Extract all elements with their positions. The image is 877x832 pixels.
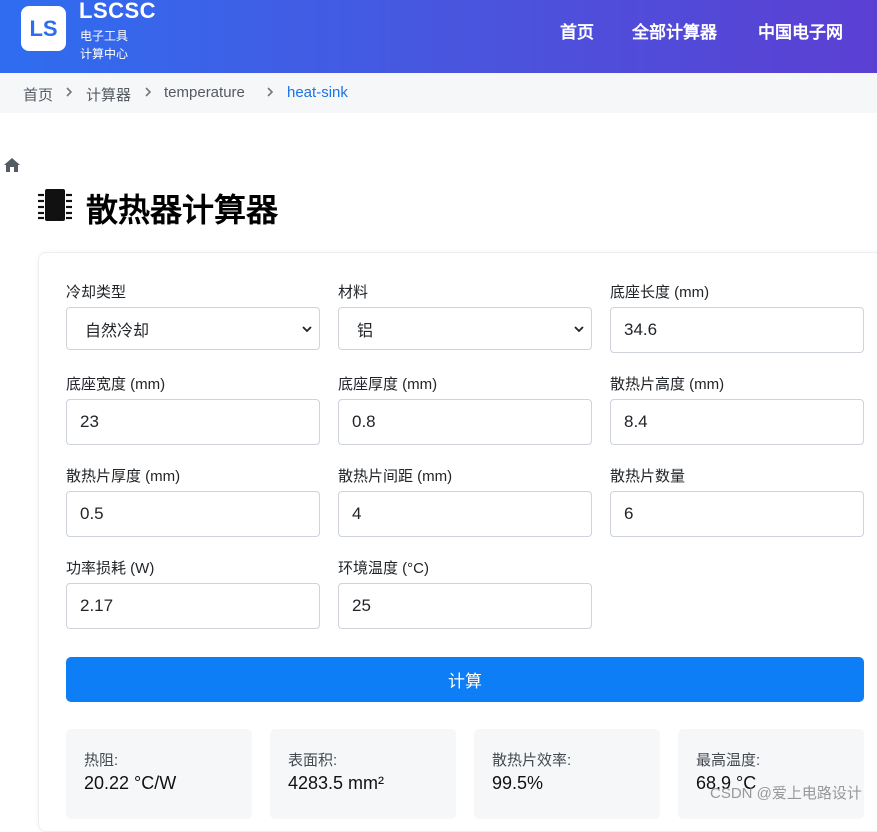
nav-link-china-electronics[interactable]: 中国电子网	[758, 18, 843, 43]
base-thickness-input[interactable]: 0.8	[338, 399, 592, 445]
fin-count-input[interactable]: 6	[610, 491, 864, 537]
result-value: 99.5%	[492, 773, 544, 793]
ambient-temp-label: 环境温度 (°C)	[338, 560, 429, 577]
cooling-type-label: 冷却类型	[66, 284, 127, 301]
result-fin-efficiency: 散热片效率: 99.5%	[474, 729, 660, 819]
ambient-temp-input[interactable]: 25	[338, 583, 592, 629]
chip-icon	[38, 189, 72, 221]
calculate-button[interactable]: 计算	[66, 657, 864, 702]
base-length-label: 底座长度 (mm)	[610, 284, 710, 301]
breadcrumb: 首页 计算器 temperature heat-sink	[0, 73, 877, 172]
chevron-down-icon	[302, 326, 312, 333]
result-max-temperature: 最高温度: 68.9 °C	[678, 729, 864, 819]
breadcrumb-home[interactable]: 首页	[23, 84, 53, 105]
cooling-type-select[interactable]: 自然冷却	[66, 307, 320, 350]
base-thickness-label: 底座厚度 (mm)	[338, 376, 438, 393]
chevron-right-icon	[267, 87, 274, 97]
fin-thickness-label: 散热片厚度 (mm)	[66, 468, 181, 485]
fin-thickness-input[interactable]: 0.5	[66, 491, 320, 537]
logo-text: LS	[29, 15, 58, 41]
base-width-input[interactable]: 23	[66, 399, 320, 445]
brand-subtitle-2: 计算中心	[80, 47, 129, 61]
breadcrumb-temperature[interactable]: temperature	[164, 84, 245, 101]
power-label: 功率损耗 (W)	[66, 560, 155, 577]
result-label: 最高温度:	[696, 752, 761, 769]
result-value: 4283.5 mm²	[288, 773, 385, 793]
watermark: CSDN @爱上电路设计	[710, 785, 862, 802]
power-input[interactable]: 2.17	[66, 583, 320, 629]
material-select[interactable]: 铝	[338, 307, 592, 350]
result-label: 表面积:	[288, 752, 338, 769]
fin-spacing-input[interactable]: 4	[338, 491, 592, 537]
breadcrumb-calculators[interactable]: 计算器	[86, 84, 131, 105]
material-label: 材料	[338, 284, 369, 301]
brand-subtitle-1: 电子工具	[80, 29, 129, 43]
base-length-input[interactable]: 34.6	[610, 307, 864, 353]
result-surface-area: 表面积: 4283.5 mm²	[270, 729, 456, 819]
nav-link-all-calculators[interactable]: 全部计算器	[632, 18, 717, 43]
result-thermal-resistance: 热阻: 20.22 °C/W	[66, 729, 252, 819]
logo[interactable]: LS	[21, 6, 66, 51]
fin-height-input[interactable]: 8.4	[610, 399, 864, 445]
chevron-down-icon	[574, 326, 584, 333]
fin-count-label: 散热片数量	[610, 468, 686, 485]
page-title: 散热器计算器	[86, 192, 279, 228]
fin-spacing-label: 散热片间距 (mm)	[338, 468, 453, 485]
fin-height-label: 散热片高度 (mm)	[610, 376, 725, 393]
result-label: 热阻:	[84, 752, 119, 769]
brand-name[interactable]: LSCSC	[79, 0, 156, 24]
chevron-right-icon	[66, 87, 73, 97]
nav-link-home[interactable]: 首页	[560, 18, 594, 43]
base-width-label: 底座宽度 (mm)	[66, 376, 166, 393]
home-icon[interactable]	[4, 158, 20, 172]
cooling-type-value: 自然冷却	[85, 322, 150, 340]
result-label: 散热片效率:	[492, 752, 572, 769]
result-value: 20.22 °C/W	[84, 773, 177, 793]
chevron-right-icon	[145, 87, 152, 97]
breadcrumb-current: heat-sink	[287, 84, 348, 101]
top-navbar: LS LSCSC 电子工具 计算中心 首页 全部计算器 中国电子网	[0, 0, 877, 73]
material-value: 铝	[357, 322, 374, 340]
